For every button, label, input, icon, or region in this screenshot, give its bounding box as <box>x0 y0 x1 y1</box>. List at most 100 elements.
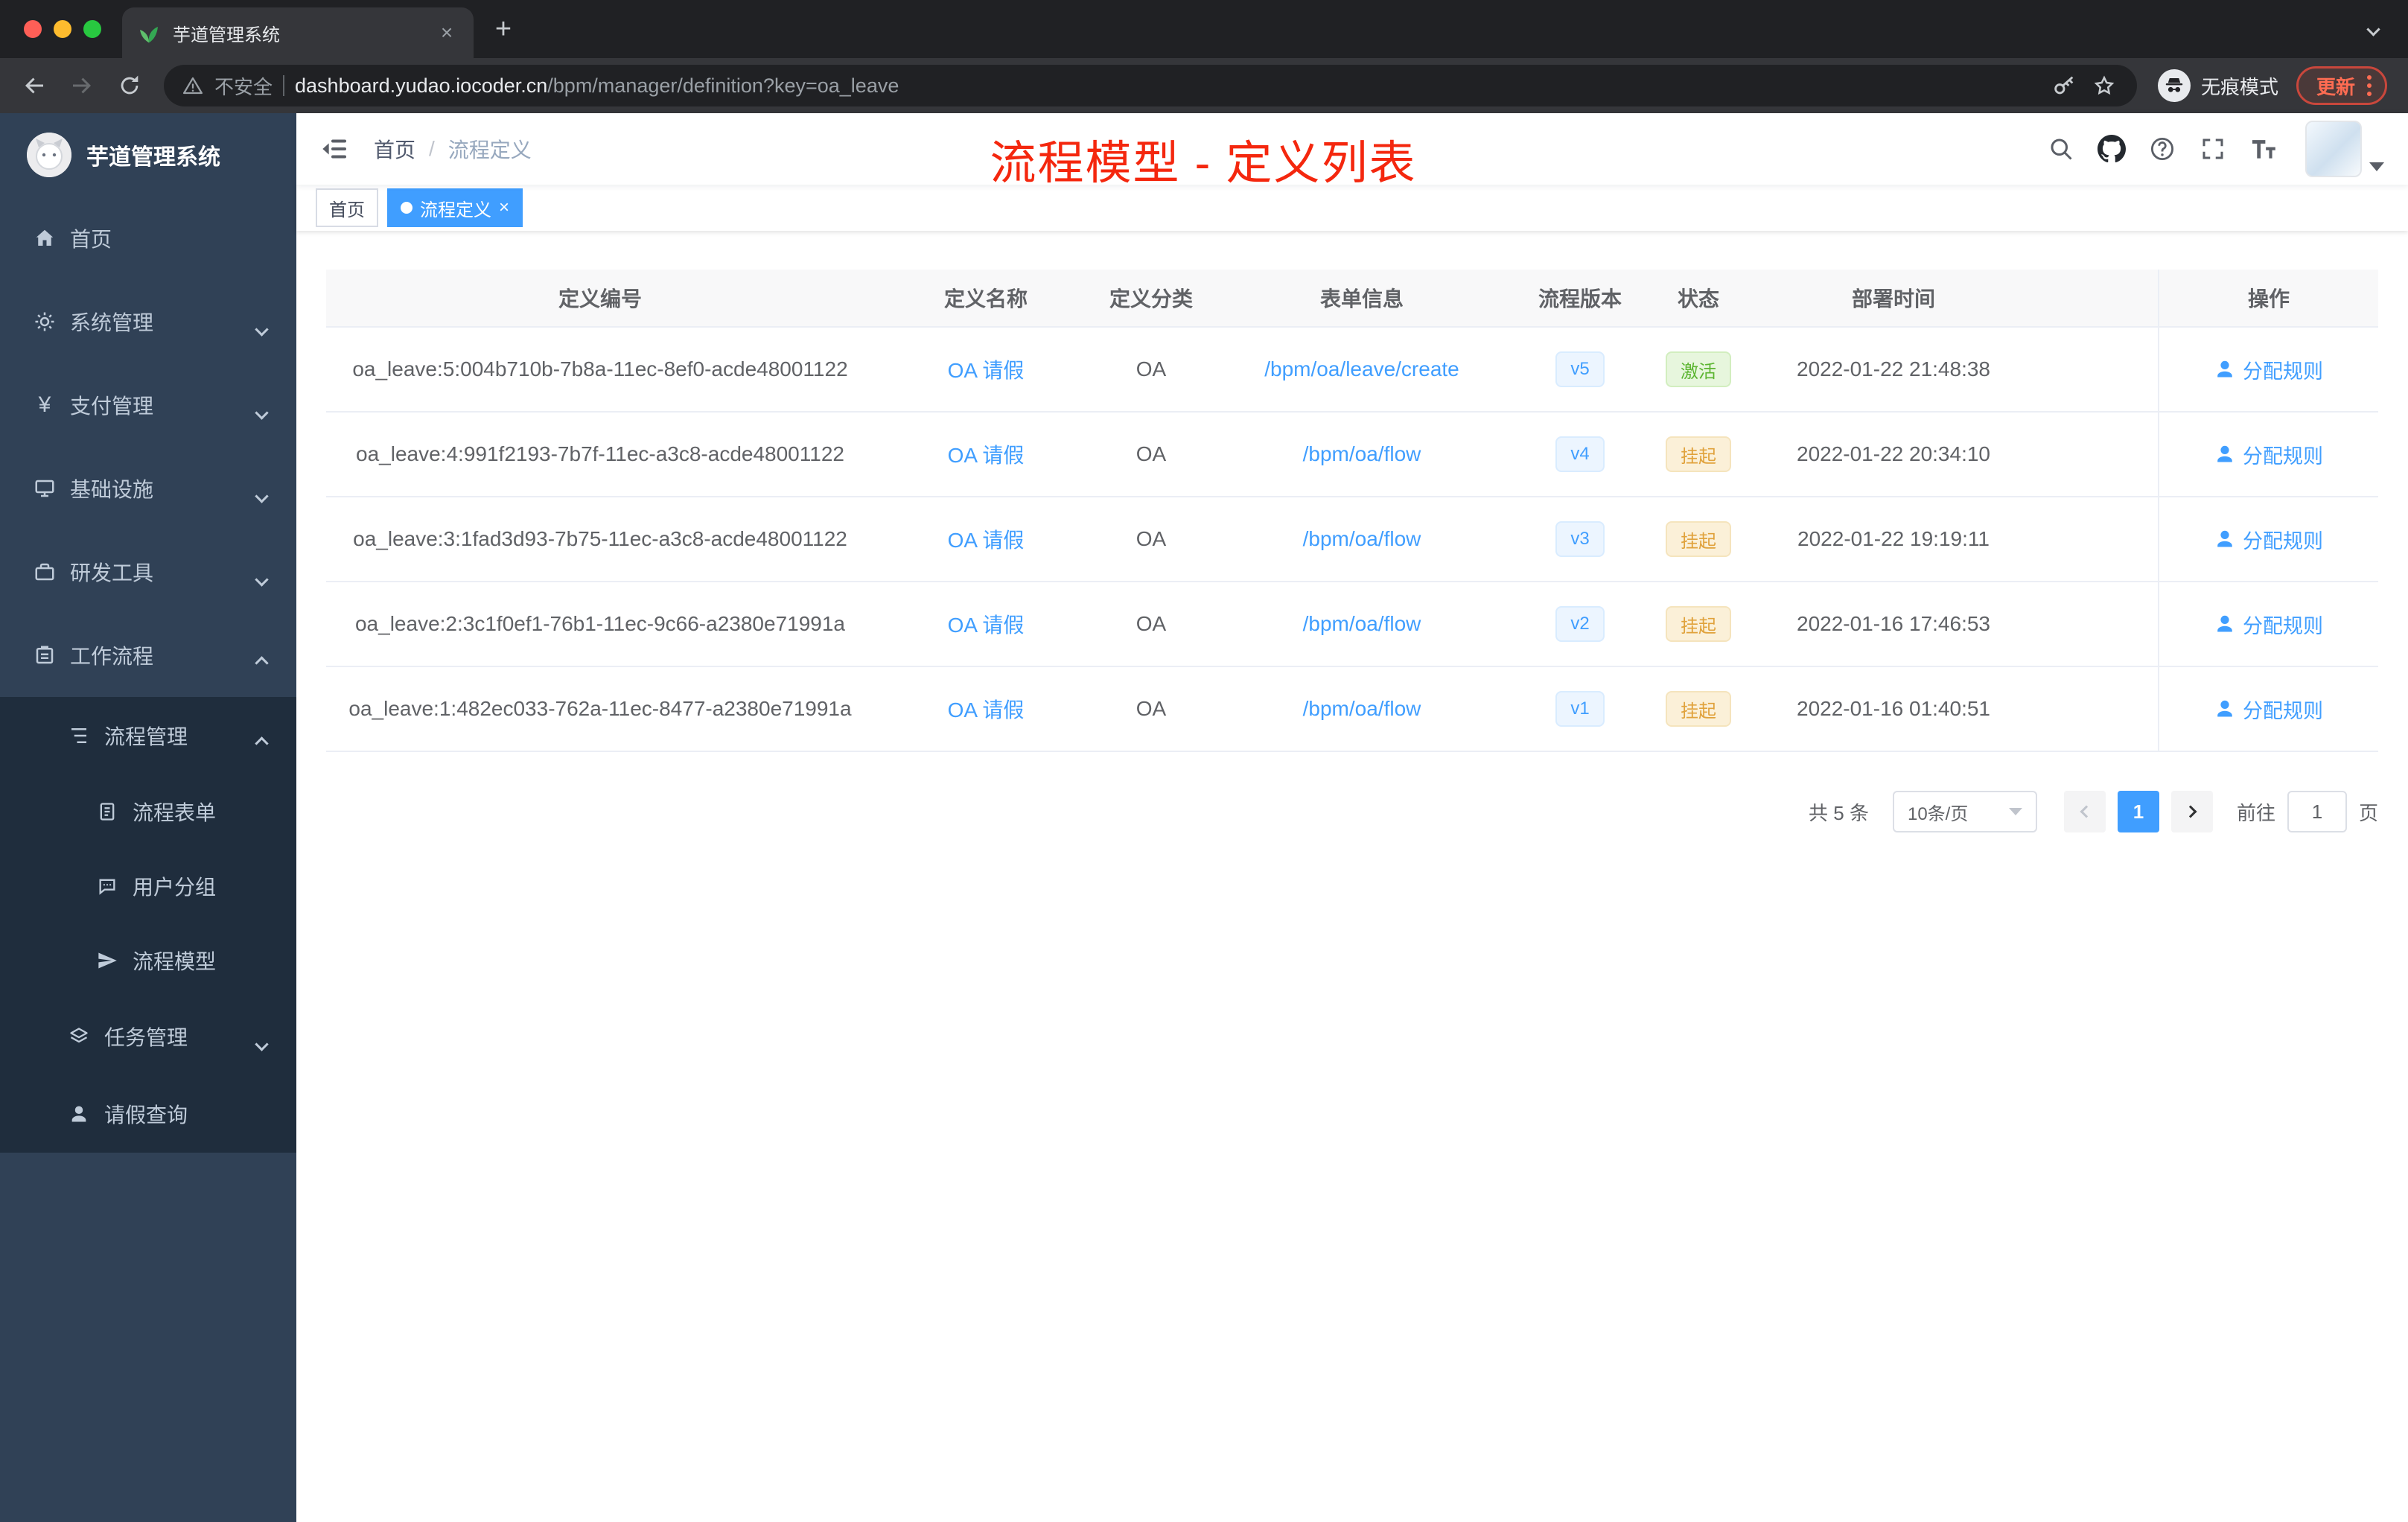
chevron-down-icon <box>255 573 269 587</box>
sidebar-item-process-model[interactable]: 流程模型 <box>0 923 296 998</box>
browser-menu-kebab-icon[interactable] <box>2367 75 2372 96</box>
version-tag: v4 <box>1555 436 1605 472</box>
new-tab-button[interactable]: + <box>482 8 524 50</box>
help-icon[interactable] <box>2147 134 2177 164</box>
next-page-button[interactable] <box>2170 791 2213 832</box>
maximize-window-button[interactable] <box>83 20 101 38</box>
status-tag: 挂起 <box>1666 521 1731 557</box>
sidebar-menu: 首页 系统管理 ¥ 支付管理 基础设施 研发工具 工作流程 流程管理 流程表单 … <box>0 197 296 1153</box>
form-info-link[interactable]: /bpm/oa/flow <box>1303 527 1421 551</box>
table-row: oa_leave:5:004b710b-7b8a-11ec-8ef0-acde4… <box>326 328 2378 413</box>
tag-process-definition[interactable]: 流程定义 × <box>387 188 523 227</box>
sidebar-collapse-icon[interactable] <box>320 134 350 164</box>
definition-name-link[interactable]: OA 请假 <box>948 609 1025 639</box>
annotation-title: 流程模型 - 定义列表 <box>990 138 1417 189</box>
assign-rule-link[interactable]: 分配规则 <box>2214 525 2323 554</box>
sidebar-item-dev-tools[interactable]: 研发工具 <box>0 530 296 614</box>
github-icon[interactable] <box>2097 134 2127 164</box>
sidebar-item-system-management[interactable]: 系统管理 <box>0 280 296 363</box>
assign-rule-link[interactable]: 分配规则 <box>2214 695 2323 724</box>
main-area: 首页 / 流程定义 首页 流程定义 × 定义编号 定义名称 定义分类 表单信息 … <box>296 113 2408 1522</box>
security-label: 不安全 <box>214 75 273 98</box>
chevron-down-icon <box>255 489 269 503</box>
deploy-time: 2022-01-22 21:48:38 <box>1797 357 1990 380</box>
tab-close-icon[interactable]: × <box>435 21 459 45</box>
sidebar-item-user-group[interactable]: 用户分组 <box>0 849 296 923</box>
app-logo[interactable]: 芋道管理系统 <box>0 113 296 197</box>
status-tag: 挂起 <box>1666 606 1731 642</box>
sidebar-item-payment-management[interactable]: ¥ 支付管理 <box>0 363 296 447</box>
column-header: 定义分类 <box>1109 287 1193 311</box>
table-row: oa_leave:4:991f2193-7b7f-11ec-a3c8-acde4… <box>326 413 2378 497</box>
prev-page-button[interactable] <box>2063 791 2106 832</box>
goto-page-input[interactable] <box>2287 791 2347 832</box>
form-info-link[interactable]: /bpm/oa/leave/create <box>1264 357 1459 381</box>
sidebar-item-workflow[interactable]: 工作流程 <box>0 614 296 697</box>
column-header: 部署时间 <box>1851 287 1935 311</box>
page-size-select[interactable]: 10条/页 <box>1892 791 2037 832</box>
search-icon[interactable] <box>2046 134 2076 164</box>
incognito-label: 无痕模式 <box>2200 75 2278 98</box>
tab-search-chevron-icon[interactable] <box>2366 22 2380 36</box>
deploy-time: 2022-01-16 01:40:51 <box>1797 697 1990 720</box>
pagination-total: 共 5 条 <box>1809 801 1869 824</box>
browser-update-button[interactable]: 更新 <box>2296 66 2387 105</box>
tag-close-icon[interactable]: × <box>499 199 509 217</box>
deploy-time: 2022-01-22 19:19:11 <box>1797 527 1990 550</box>
home-icon <box>33 226 57 250</box>
breadcrumb-current: 流程定义 <box>447 138 532 162</box>
browser-tab[interactable]: 芋道管理系统 × <box>122 7 474 58</box>
user-avatar[interactable] <box>2305 121 2384 177</box>
assign-rule-link[interactable]: 分配规则 <box>2214 610 2323 639</box>
font-size-icon[interactable] <box>2249 134 2278 164</box>
form-info-link[interactable]: /bpm/oa/flow <box>1303 697 1421 721</box>
back-button[interactable] <box>12 63 57 108</box>
page-number-1[interactable]: 1 <box>2117 791 2159 832</box>
sidebar-item-task-management[interactable]: 任务管理 <box>0 998 296 1075</box>
goto-label: 前往 <box>2236 801 2275 824</box>
chevron-down-icon <box>255 406 269 420</box>
chevron-up-icon <box>255 736 269 751</box>
version-tag: v1 <box>1555 691 1605 727</box>
user-icon <box>2217 445 2232 462</box>
sidebar: 芋道管理系统 首页 系统管理 ¥ 支付管理 基础设施 研发工具 工作流程 流程管… <box>0 113 296 1522</box>
definition-id: oa_leave:1:482ec033-762a-11ec-8477-a2380… <box>348 697 852 720</box>
bookmark-star-icon[interactable] <box>2089 71 2119 101</box>
close-window-button[interactable] <box>24 20 42 38</box>
sidebar-item-leave-query[interactable]: 请假查询 <box>0 1075 296 1153</box>
version-tag: v5 <box>1555 351 1605 387</box>
sidebar-item-process-management[interactable]: 流程管理 <box>0 697 296 774</box>
reload-button[interactable] <box>107 63 152 108</box>
sidebar-item-infrastructure[interactable]: 基础设施 <box>0 447 296 530</box>
user-icon <box>2217 530 2232 547</box>
form-info-link[interactable]: /bpm/oa/flow <box>1303 612 1421 636</box>
user-icon <box>2217 615 2232 632</box>
breadcrumb-home[interactable]: 首页 <box>374 134 415 164</box>
fullscreen-icon[interactable] <box>2198 134 2228 164</box>
chat-group-icon <box>95 874 119 898</box>
person-icon <box>67 1102 91 1126</box>
form-info-link[interactable]: /bpm/oa/flow <box>1303 442 1421 466</box>
assign-rule-link[interactable]: 分配规则 <box>2214 440 2323 469</box>
pagination: 共 5 条 10条/页 1 前往 页 <box>326 791 2378 832</box>
column-header: 表单信息 <box>1319 287 1404 311</box>
sidebar-item-process-form[interactable]: 流程表单 <box>0 774 296 849</box>
address-bar[interactable]: 不安全 dashboard.yudao.iocoder.cn/bpm/manag… <box>164 65 2137 106</box>
tag-home[interactable]: 首页 <box>316 188 378 227</box>
definition-name-link[interactable]: OA 请假 <box>948 694 1025 724</box>
forward-button[interactable] <box>60 63 104 108</box>
column-filler <box>2031 270 2158 326</box>
user-icon <box>2217 700 2232 717</box>
column-header: 定义编号 <box>558 287 642 311</box>
list-tree-icon <box>67 724 91 748</box>
minimize-window-button[interactable] <box>54 20 71 38</box>
window-controls <box>0 20 122 38</box>
definition-name-link[interactable]: OA 请假 <box>948 524 1025 554</box>
sidebar-item-home[interactable]: 首页 <box>0 197 296 280</box>
assign-rule-link[interactable]: 分配规则 <box>2214 355 2323 384</box>
definition-category: OA <box>1135 357 1167 380</box>
password-key-icon[interactable] <box>2049 71 2079 101</box>
definition-name-link[interactable]: OA 请假 <box>948 354 1025 384</box>
status-tag: 挂起 <box>1666 691 1731 727</box>
definition-name-link[interactable]: OA 请假 <box>948 439 1025 469</box>
